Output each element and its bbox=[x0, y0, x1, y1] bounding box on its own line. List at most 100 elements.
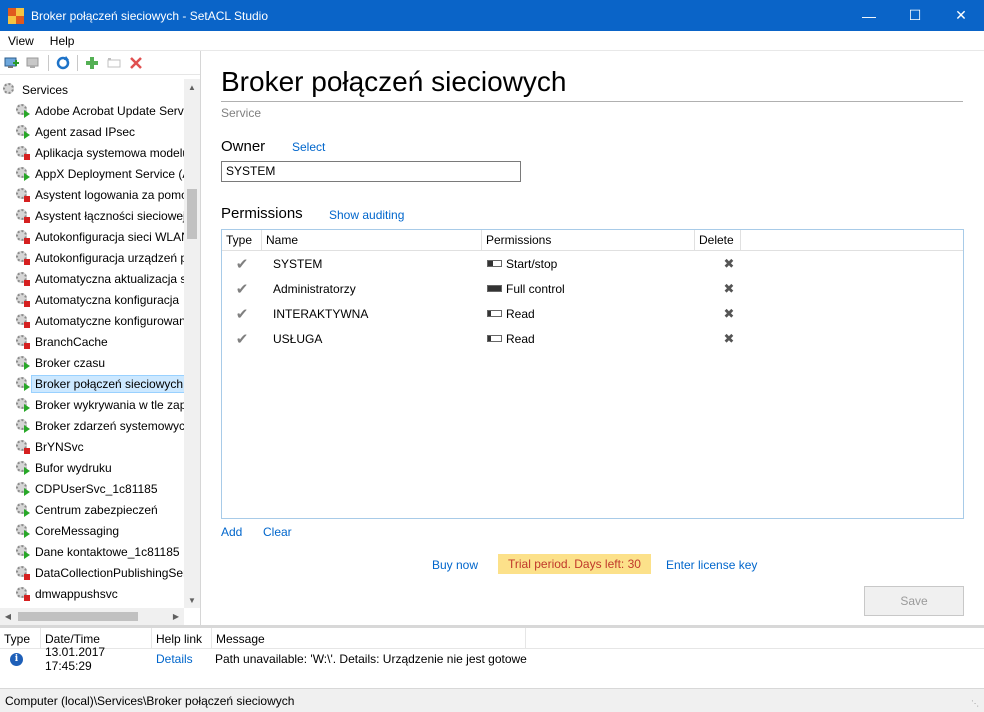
services-icon bbox=[3, 82, 17, 97]
tree-item[interactable]: Autokonfiguracja urządzeń p bbox=[0, 247, 184, 268]
permission-level-icon bbox=[487, 310, 502, 317]
service-stopped-icon bbox=[16, 292, 30, 307]
permission-value[interactable]: Read bbox=[506, 307, 535, 321]
delete-entry-icon[interactable]: ✖ bbox=[691, 331, 767, 347]
services-tree: Services Adobe Acrobat Update Servi Agent… bbox=[0, 79, 184, 608]
enter-license-link[interactable]: Enter license key bbox=[666, 558, 757, 572]
log-col-help[interactable]: Help link bbox=[152, 628, 212, 648]
add-icon[interactable] bbox=[83, 54, 101, 72]
tree-item[interactable]: Asystent łączności sieciowej bbox=[0, 205, 184, 226]
minimize-button[interactable]: — bbox=[846, 0, 892, 31]
scroll-thumb[interactable] bbox=[187, 189, 197, 239]
add-link[interactable]: Add bbox=[221, 525, 242, 539]
permission-value[interactable]: Full control bbox=[506, 282, 565, 296]
col-type[interactable]: Type bbox=[222, 230, 262, 250]
tree-item[interactable]: dmwappushsvc bbox=[0, 583, 184, 604]
permission-row[interactable]: ✔ SYSTEM Start/stop ✖ bbox=[222, 251, 963, 276]
hscroll-thumb[interactable] bbox=[18, 612, 138, 621]
service-running-icon bbox=[16, 502, 30, 517]
owner-select-link[interactable]: Select bbox=[292, 140, 325, 154]
clear-link[interactable]: Clear bbox=[263, 525, 292, 539]
status-bar: Computer (local)\Services\Broker połącze… bbox=[0, 688, 984, 712]
permission-value[interactable]: Read bbox=[506, 332, 535, 346]
owner-heading: Owner bbox=[221, 138, 266, 155]
tree-item[interactable]: Broker zdarzeń systemowych bbox=[0, 415, 184, 436]
col-name[interactable]: Name bbox=[262, 230, 482, 250]
tree-item[interactable]: Dane kontaktowe_1c81185 bbox=[0, 541, 184, 562]
permission-row[interactable]: ✔ Administratorzy Full control ✖ bbox=[222, 276, 963, 301]
col-permissions[interactable]: Permissions bbox=[482, 230, 695, 250]
window-title: Broker połączeń sieciowych - SetACL Stud… bbox=[31, 8, 268, 23]
tree-item[interactable]: Automatyczna aktualizacja s bbox=[0, 268, 184, 289]
scroll-right-icon[interactable]: ▶ bbox=[168, 608, 184, 625]
tree-item[interactable]: Automatyczne konfigurowan bbox=[0, 310, 184, 331]
tree-item[interactable]: CoreMessaging bbox=[0, 520, 184, 541]
service-running-icon bbox=[16, 166, 30, 181]
service-stopped-icon bbox=[16, 586, 30, 601]
tree-item[interactable]: Broker czasu bbox=[0, 352, 184, 373]
tree-vertical-scrollbar[interactable]: ▲ ▼ bbox=[184, 79, 200, 608]
tree-item-label: Agent zasad IPsec bbox=[35, 124, 136, 139]
tree-item-label: CDPUserSvc_1c81185 bbox=[35, 481, 158, 496]
close-button[interactable]: ✕ bbox=[938, 0, 984, 31]
delete-entry-icon[interactable]: ✖ bbox=[691, 256, 767, 272]
trial-badge: Trial period. Days left: 30 bbox=[498, 554, 651, 574]
permission-value[interactable]: Start/stop bbox=[506, 257, 557, 271]
add-computer-icon[interactable] bbox=[3, 54, 21, 72]
scroll-left-icon[interactable]: ◀ bbox=[0, 608, 16, 625]
menu-view[interactable]: View bbox=[0, 34, 42, 48]
tree-root-label: Services bbox=[22, 82, 69, 97]
status-path: Computer (local)\Services\Broker połącze… bbox=[5, 693, 295, 708]
tree-item[interactable]: BranchCache bbox=[0, 331, 184, 352]
remove-computer-icon[interactable] bbox=[25, 54, 43, 72]
tree-item-label: Automatyczna aktualizacja s bbox=[35, 271, 184, 286]
tree-item[interactable]: Automatyczna konfiguracja bbox=[0, 289, 184, 310]
tree-item-label: Broker połączeń sieciowych bbox=[31, 374, 184, 393]
maximize-button[interactable]: ☐ bbox=[892, 0, 938, 31]
log-details-link[interactable]: Details bbox=[152, 652, 212, 666]
tree-item[interactable]: AppX Deployment Service (A bbox=[0, 163, 184, 184]
menu-help[interactable]: Help bbox=[42, 34, 83, 48]
permission-row[interactable]: ✔ USŁUGA Read ✖ bbox=[222, 326, 963, 351]
delete-entry-icon[interactable]: ✖ bbox=[691, 281, 767, 297]
tree-item[interactable]: Broker wykrywania w tle zapy bbox=[0, 394, 184, 415]
delete-icon[interactable] bbox=[127, 54, 145, 72]
service-running-icon bbox=[16, 376, 30, 391]
tree-item[interactable]: Agent zasad IPsec bbox=[0, 121, 184, 142]
tree-item-label: Broker zdarzeń systemowych bbox=[35, 418, 184, 433]
log-col-type[interactable]: Type bbox=[0, 628, 41, 648]
delete-entry-icon[interactable]: ✖ bbox=[691, 306, 767, 322]
show-auditing-link[interactable]: Show auditing bbox=[329, 208, 404, 222]
service-running-icon bbox=[16, 460, 30, 475]
tree-item-label: Dane kontaktowe_1c81185 bbox=[35, 544, 180, 559]
tree-item[interactable]: Aplikacja systemowa modelu bbox=[0, 142, 184, 163]
col-delete[interactable]: Delete bbox=[695, 230, 741, 250]
tree-item[interactable]: Broker połączeń sieciowych bbox=[0, 373, 184, 394]
title-bar: Broker połączeń sieciowych - SetACL Stud… bbox=[0, 0, 984, 31]
log-row[interactable]: i 13.01.2017 17:45:29 Details Path unava… bbox=[0, 645, 984, 673]
log-datetime: 13.01.2017 17:45:29 bbox=[45, 645, 106, 673]
tree-item[interactable]: Autokonfiguracja sieci WLAN bbox=[0, 226, 184, 247]
resize-grip-icon[interactable]: ⋱ bbox=[971, 699, 981, 709]
refresh-icon[interactable] bbox=[54, 54, 72, 72]
tree-item[interactable]: BrYNSvc bbox=[0, 436, 184, 457]
tree-item[interactable]: Adobe Acrobat Update Servi bbox=[0, 100, 184, 121]
tree-item[interactable]: Bufor wydruku bbox=[0, 457, 184, 478]
scroll-down-icon[interactable]: ▼ bbox=[184, 592, 200, 608]
buy-now-link[interactable]: Buy now bbox=[432, 558, 478, 572]
tree-item[interactable]: DataCollectionPublishingSer bbox=[0, 562, 184, 583]
details-pane: Broker połączeń sieciowych Service Owner… bbox=[201, 51, 984, 625]
tree-item[interactable]: Centrum zabezpieczeń bbox=[0, 499, 184, 520]
tree-item-label: Bufor wydruku bbox=[35, 460, 112, 475]
tree-item[interactable]: CDPUserSvc_1c81185 bbox=[0, 478, 184, 499]
scroll-up-icon[interactable]: ▲ bbox=[184, 79, 200, 95]
edit-icon[interactable] bbox=[105, 54, 123, 72]
service-running-icon bbox=[16, 355, 30, 370]
owner-field[interactable]: SYSTEM bbox=[221, 161, 521, 182]
log-col-message[interactable]: Message bbox=[212, 628, 526, 648]
tree-root-services[interactable]: Services bbox=[0, 79, 184, 100]
tree-horizontal-scrollbar[interactable]: ◀ ▶ bbox=[0, 608, 184, 625]
tree-item[interactable]: Asystent logowania za pomoc bbox=[0, 184, 184, 205]
save-button[interactable]: Save bbox=[864, 586, 964, 616]
permission-row[interactable]: ✔ INTERAKTYWNA Read ✖ bbox=[222, 301, 963, 326]
